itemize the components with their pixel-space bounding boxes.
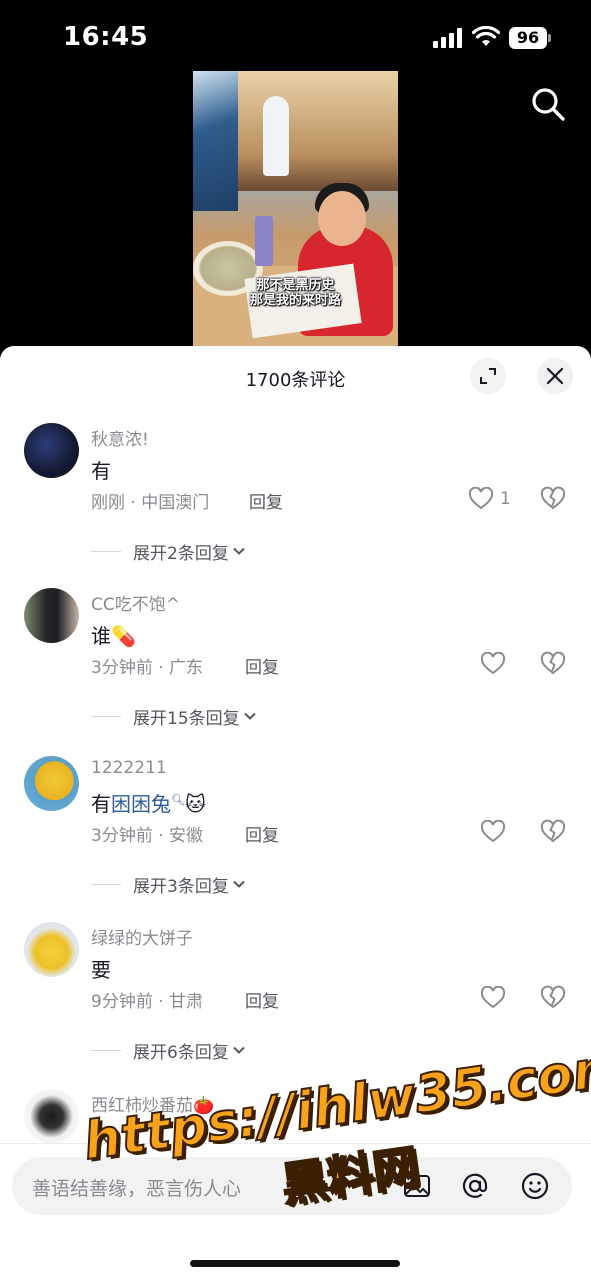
fullscreen-button[interactable]: [470, 358, 506, 394]
battery-level: 96: [509, 27, 547, 49]
tomato-emoji: 🍅: [193, 1096, 215, 1116]
mention-icon[interactable]: [460, 1171, 490, 1201]
video-player[interactable]: 那不是黑历史 那是我的来时路: [193, 71, 398, 347]
status-bar: 16:45 96: [0, 0, 591, 70]
like-button[interactable]: 1: [468, 486, 511, 512]
video-subtitle-line2: 那是我的来时路: [249, 293, 341, 308]
reply-button[interactable]: 回复: [245, 821, 279, 846]
reply-button[interactable]: 回复: [245, 987, 279, 1012]
comment-item: 1222211 有困困兔🔍︎🐱 3分钟前 · 安徽 回复 展开3条回复: [0, 756, 591, 916]
chevron-down-icon: [233, 547, 245, 555]
home-indicator[interactable]: [190, 1260, 400, 1267]
emoji-icon[interactable]: [520, 1171, 550, 1201]
chevron-down-icon: [233, 1046, 245, 1054]
image-icon[interactable]: [402, 1171, 432, 1201]
expand-replies-label: 展开3条回复: [133, 876, 229, 897]
mention-link[interactable]: 困困兔: [111, 792, 171, 816]
comment-item: CC吃不饱^ 谁💊 3分钟前 · 广东 回复 展开15条回复: [0, 588, 591, 748]
broken-heart-icon[interactable]: [540, 486, 566, 512]
avatar[interactable]: [24, 1089, 79, 1144]
avatar[interactable]: [24, 423, 79, 478]
cat-emoji: 🐱: [184, 792, 206, 816]
comment-input[interactable]: 善语结善缘，恶言伤人心: [12, 1157, 572, 1215]
comment-text: 要: [91, 958, 111, 982]
expand-replies-label: 展开2条回复: [133, 543, 229, 564]
comment-author[interactable]: 绿绿的大饼子: [91, 924, 193, 949]
broken-heart-icon[interactable]: [540, 651, 566, 677]
comments-sheet: 1700条评论 秋意浓! 有 刚刚 · 中国澳门 回复 1 展开2条回复 CC吃…: [0, 346, 591, 1280]
wifi-icon: [472, 26, 500, 46]
close-button[interactable]: [537, 358, 573, 394]
comment-author[interactable]: 秋意浓!: [91, 425, 149, 450]
comment-meta: 3分钟前 · 安徽: [91, 826, 204, 846]
broken-heart-icon[interactable]: [540, 819, 566, 845]
comment-item: 绿绿的大饼子 要 9分钟前 · 甘肃 回复 展开6条回复: [0, 922, 591, 1082]
reply-button[interactable]: 回复: [245, 653, 279, 678]
avatar[interactable]: [24, 588, 79, 643]
comment-meta: 9分钟前 · 甘肃: [91, 992, 204, 1012]
comment-text: 求: [91, 1125, 111, 1149]
expand-icon: [480, 368, 496, 384]
comment-text: 谁💊: [91, 624, 136, 648]
close-icon: [546, 367, 564, 385]
heart-icon: [480, 986, 506, 1009]
reply-button[interactable]: 回复: [249, 488, 283, 513]
like-button[interactable]: [480, 819, 506, 845]
search-icon[interactable]: [530, 86, 566, 122]
avatar[interactable]: [24, 922, 79, 977]
pill-emoji: 💊: [111, 624, 136, 648]
heart-icon: [468, 487, 494, 510]
status-time: 16:45: [63, 22, 149, 52]
expand-replies-button[interactable]: 展开15条回复: [91, 705, 257, 729]
expand-replies-button[interactable]: 展开6条回复: [91, 1039, 246, 1063]
input-divider: [0, 1143, 591, 1144]
comment-input-placeholder: 善语结善缘，恶言伤人心: [32, 1178, 242, 1200]
comment-meta: 3分钟前 · 广东: [91, 658, 204, 678]
expand-replies-label: 展开15条回复: [133, 708, 240, 729]
comment-item: 秋意浓! 有 刚刚 · 中国澳门 回复 1 展开2条回复: [0, 423, 591, 583]
battery-icon: 96: [509, 27, 551, 49]
comment-meta: 刚刚 · 中国澳门: [91, 493, 210, 513]
chevron-down-icon: [233, 880, 245, 888]
expand-replies-label: 展开6条回复: [133, 1042, 229, 1063]
like-button[interactable]: [480, 651, 506, 677]
expand-replies-button[interactable]: 展开2条回复: [91, 540, 246, 564]
heart-icon: [480, 652, 506, 675]
like-count: 1: [500, 489, 511, 509]
comment-author[interactable]: 1222211: [91, 758, 167, 778]
heart-icon: [480, 820, 506, 843]
expand-replies-button[interactable]: 展开3条回复: [91, 873, 246, 897]
comment-author[interactable]: CC吃不饱^: [91, 590, 180, 615]
broken-heart-icon[interactable]: [540, 985, 566, 1011]
like-button[interactable]: [480, 985, 506, 1011]
comment-text: 有困困兔🔍︎🐱: [91, 792, 206, 816]
cellular-signal-icon: [433, 28, 462, 48]
comment-author[interactable]: 西红柿炒番茄🍅: [91, 1091, 214, 1116]
avatar[interactable]: [24, 756, 79, 811]
search-link-icon[interactable]: 🔍︎: [171, 793, 185, 806]
chevron-down-icon: [243, 712, 256, 720]
comment-text: 有: [91, 459, 111, 483]
